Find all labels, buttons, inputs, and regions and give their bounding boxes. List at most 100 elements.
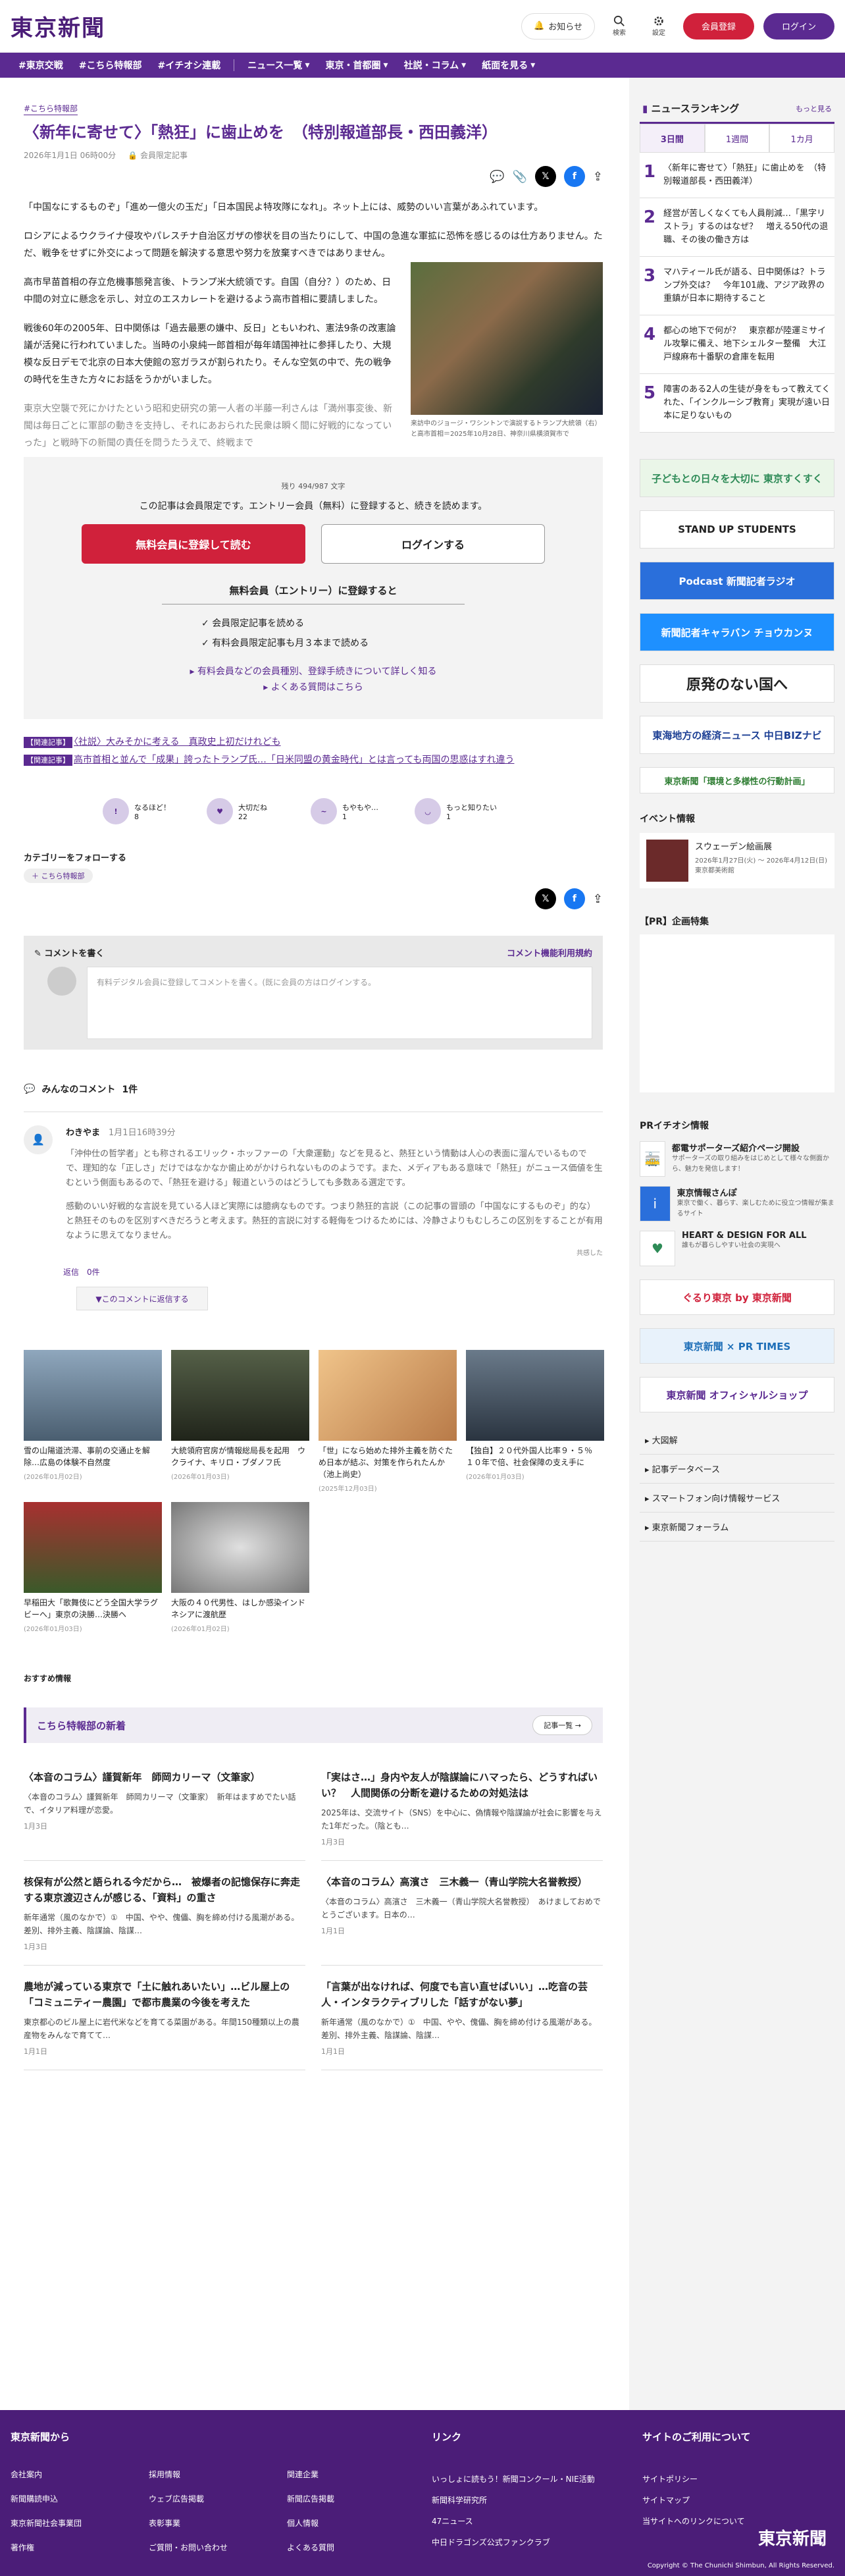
register-button[interactable]: 会員登録 — [682, 13, 754, 40]
footer-link[interactable]: サイトマップ — [642, 2490, 833, 2511]
footer-link[interactable]: 新聞購読申込 — [11, 2493, 129, 2504]
helpful-button[interactable]: 共感した — [66, 1247, 603, 1257]
sidebar-link[interactable]: ▸ 東京新聞フォーラム — [640, 1513, 834, 1542]
article-list-button[interactable]: 記事一覧 → — [532, 1715, 592, 1735]
article-item[interactable]: 〈本音のコラム〉高濱さ 三木義一（青山学院大名誉教授） 〈本音のコラム〉高濱さ 三… — [321, 1861, 603, 1966]
footer-link[interactable]: 関連企業 — [287, 2469, 405, 2480]
reaction-moyamoya[interactable]: ~ もやもや… 1 — [311, 798, 396, 824]
comment-rules-link[interactable]: コメント機能利用規約 — [507, 946, 592, 959]
notice-button[interactable]: 🔔 お知らせ — [521, 13, 595, 40]
banner-shop[interactable]: 東京新聞 オフィシャルショップ — [640, 1377, 834, 1412]
banner-diversity[interactable]: 東京新聞「環境と多様性の行動計画」 — [640, 767, 834, 793]
nav-item-editorial[interactable]: 社説・コラム ▾ — [396, 53, 474, 78]
article-item[interactable]: 「言葉が出なければ、何度でも言い直せばいい」…吃音の芸人・インタラクティブリした… — [321, 1966, 603, 2070]
card-image — [171, 1502, 309, 1593]
x-share-icon[interactable]: 𝕏 — [534, 166, 556, 187]
nav-item-paper[interactable]: 紙面を見る ▾ — [474, 53, 543, 78]
follow-category-chip[interactable]: ＋ こちら特報部 — [24, 869, 93, 883]
footer-link[interactable]: 採用情報 — [149, 2469, 267, 2480]
search-button[interactable]: 検索 — [604, 11, 634, 41]
footer-link[interactable]: 東京新聞社会事業団 — [11, 2517, 129, 2529]
ranking-item[interactable]: 1 〈新年に寄せて〉「熱狂」に歯止めを （特別報道部長・西田義洋） — [640, 153, 834, 198]
article-item[interactable]: 農地が減っている東京で「土に触れあいたい」…ビル屋上の「コミュニティー農園」で都… — [24, 1966, 305, 2070]
settings-button[interactable]: 設定 — [644, 11, 674, 41]
related-link[interactable]: 高市首相と並んで「成果」誇ったトランプ氏…「日米同盟の黄金時代」とは言っても両国… — [74, 755, 514, 765]
banner-bizavi[interactable]: 東海地方の経済ニュース 中日BIZナビ — [640, 716, 834, 754]
comment-input[interactable]: 有料デジタル会員に登録してコメントを書く。(既に会員の方はログインする。 — [87, 967, 592, 1039]
article-item[interactable]: 核保有が公然と語られる今だから… 被爆者の記憶保存に奔走する東京渡辺さんが感じる… — [24, 1861, 305, 1966]
article-item[interactable]: 〈本音のコラム〉謹賀新年 師岡カリーマ（文筆家） 〈本音のコラム〉謹賀新年 師岡カ… — [24, 1756, 305, 1861]
tab-1week[interactable]: 1週間 — [704, 124, 770, 153]
pr-item[interactable]: 🚋 都電サポーターズ紹介ページ開設 サポーターズの取り組みをはじめとして様々な側面か… — [640, 1141, 834, 1177]
news-card[interactable]: 【独自】２０代外国人比率９・５％ １０年で倍、社会保障の支え手に (2026年01… — [466, 1350, 604, 1493]
nav-item-ichioshi[interactable]: #イチオシ連載 — [149, 53, 228, 78]
pr-item[interactable]: i 東京情報さんぽ 東京で働く、暮らす、楽しむために役立つ情報が集まるサイト — [640, 1186, 834, 1221]
login-button[interactable]: ログイン — [763, 13, 834, 40]
free-register-button[interactable]: 無料会員に登録して読む — [82, 524, 305, 564]
related-link[interactable]: 〈社説〉大みそかに考える 真政史上初だけれども — [74, 737, 281, 747]
footer-logo[interactable]: 東京新聞 — [758, 2525, 827, 2550]
banner-standup[interactable]: STAND UP STUDENTS — [640, 510, 834, 549]
footer-link[interactable]: ご質問・お問い合わせ — [149, 2542, 267, 2553]
ranking-item[interactable]: 3 マハティール氏が語る、日中関係は？トランプ外交は？ 今年101歳、アジア政界の… — [640, 257, 834, 315]
event-item[interactable]: スウェーデン絵画展 2026年1月27日(火) ～ 2026年4月12日(日) 東… — [640, 833, 834, 888]
news-card[interactable]: 大統領府官房が情報総局長を起用 ウクライナ、キリロ・ブダノフ氏 (2026年01月… — [171, 1350, 309, 1493]
reply-button[interactable]: ▼このコメントに返信する — [76, 1287, 208, 1310]
footer-link[interactable]: 個人情報 — [287, 2517, 405, 2529]
category-link[interactable]: #こちら特報部 — [24, 103, 78, 115]
sidebar-link[interactable]: ▸ 記事データベース — [640, 1455, 834, 1484]
banner-sukusuku[interactable]: 子どもとの日々を大切に 東京すくすく — [640, 459, 834, 497]
tab-1month[interactable]: 1カ月 — [769, 124, 835, 153]
footer-link[interactable]: 著作権 — [11, 2542, 129, 2553]
banner-gururi[interactable]: ぐるり東京 by 東京新聞 — [640, 1279, 834, 1315]
pr-item[interactable]: ♥ HEART & DESIGN FOR ALL 誰もが暮らしやすい社会の実現へ — [640, 1231, 834, 1266]
footer-link[interactable]: 新聞科学研究所 — [432, 2490, 642, 2511]
member-types-link[interactable]: ▸ 有料会員などの会員種別、登録手続きについて詳しく知る — [39, 664, 587, 680]
share-icon[interactable]: ⇪ — [593, 170, 603, 184]
footer-link[interactable]: サイトポリシー — [642, 2469, 833, 2490]
site-logo[interactable]: 東京新聞 — [11, 10, 105, 42]
nav-item-kosen[interactable]: #東京交戦 — [11, 53, 71, 78]
facebook-share-icon[interactable]: f — [563, 166, 585, 187]
footer-link[interactable]: 新聞広告掲載 — [287, 2493, 405, 2504]
footer-link[interactable]: いっしょに読もう！新聞コンクール・NIE活動 — [432, 2469, 642, 2490]
clip-icon[interactable]: 📎 — [512, 170, 526, 184]
banner-caravan[interactable]: 新聞記者キャラバン チョウカンヌ — [640, 613, 834, 651]
news-card[interactable]: 雪の山陽道渋滞、事前の交通止を解除…広島の体験不自然度 (2026年01月02日) — [24, 1350, 162, 1493]
tab-3days[interactable]: 3日間 — [640, 124, 705, 153]
article-item[interactable]: 「実はさ…」身内や友人が陰謀論にハマったら、どうすればいい？ 人間関係の分断を避… — [321, 1756, 603, 1861]
footer-link[interactable]: 会社案内 — [11, 2469, 129, 2480]
facebook-share-icon[interactable]: f — [563, 888, 585, 909]
news-card[interactable]: 早稲田大「歌舞伎にどう全国大学ラグビーへ」東京の決勝…決勝ヘ (2026年01月0… — [24, 1502, 162, 1633]
nav-item-news[interactable]: ニュース一覧 ▾ — [240, 53, 317, 78]
footer-link[interactable]: 47ニュース — [432, 2511, 642, 2532]
nav-item-tokuhou[interactable]: #こちら特報部 — [71, 53, 150, 78]
ranking-item[interactable]: 5 障害のある2人の生徒が身をもって教えてくれた、「インクルーシブ教育」実現が遠い… — [640, 374, 834, 433]
reply-count[interactable]: 返信 0件 — [63, 1266, 603, 1277]
footer-link[interactable]: 中日ドラゴンズ公式ファンクラブ — [432, 2532, 642, 2553]
article-photo[interactable] — [411, 262, 603, 415]
share-icon[interactable]: ⇪ — [593, 892, 603, 906]
banner-genpatsu[interactable]: 原発のない国へ — [640, 664, 834, 703]
reaction-naruhodo[interactable]: ! なるほど！ 8 — [103, 798, 188, 824]
footer-link[interactable]: よくある質問 — [287, 2542, 405, 2553]
news-card[interactable]: 「世」になら始めた排外主義を防ぐため日本が結ぶ、対策を作られたんか（池上尚史）(… — [319, 1350, 457, 1493]
ranking-more-link[interactable]: もっと見る — [796, 103, 832, 114]
x-share-icon[interactable]: 𝕏 — [534, 888, 556, 909]
nav-item-tokyo[interactable]: 東京・首都圏 ▾ — [318, 53, 396, 78]
reaction-taisetsu[interactable]: ♥ 大切だね 22 — [207, 798, 292, 824]
sidebar-link[interactable]: ▸ 大図解 — [640, 1426, 834, 1455]
banner-podcast[interactable]: Podcast 新聞記者ラジオ — [640, 562, 834, 600]
news-card[interactable]: 大阪の４０代男性、はしか感染インドネシアに渡航歴 (2026年01月02日) — [171, 1502, 309, 1633]
footer-link[interactable]: 表彰事業 — [149, 2517, 267, 2529]
paywall-login-button[interactable]: ログインする — [321, 524, 545, 564]
footer-link[interactable]: ウェブ広告掲載 — [149, 2493, 267, 2504]
reaction-motto[interactable]: ◡ もっと知りたい 1 — [415, 798, 500, 824]
search-icon — [613, 15, 625, 26]
banner-prtimes[interactable]: 東京新聞 × PR TIMES — [640, 1328, 834, 1364]
sidebar-link[interactable]: ▸ スマートフォン向け情報サービス — [640, 1484, 834, 1513]
ranking-item[interactable]: 4 都心の地下で何が？ 東京都が陸運ミサイル攻撃に備え、地下シェルター整備 大江戸… — [640, 315, 834, 374]
faq-link[interactable]: ▸ よくある質問はこちら — [39, 680, 587, 695]
ranking-item[interactable]: 2 経営が苦しくなくても人員削減…「黒字リストラ」するのはなぜ？ 増える50代の退… — [640, 198, 834, 257]
comment-icon[interactable]: 💬 — [490, 170, 504, 184]
